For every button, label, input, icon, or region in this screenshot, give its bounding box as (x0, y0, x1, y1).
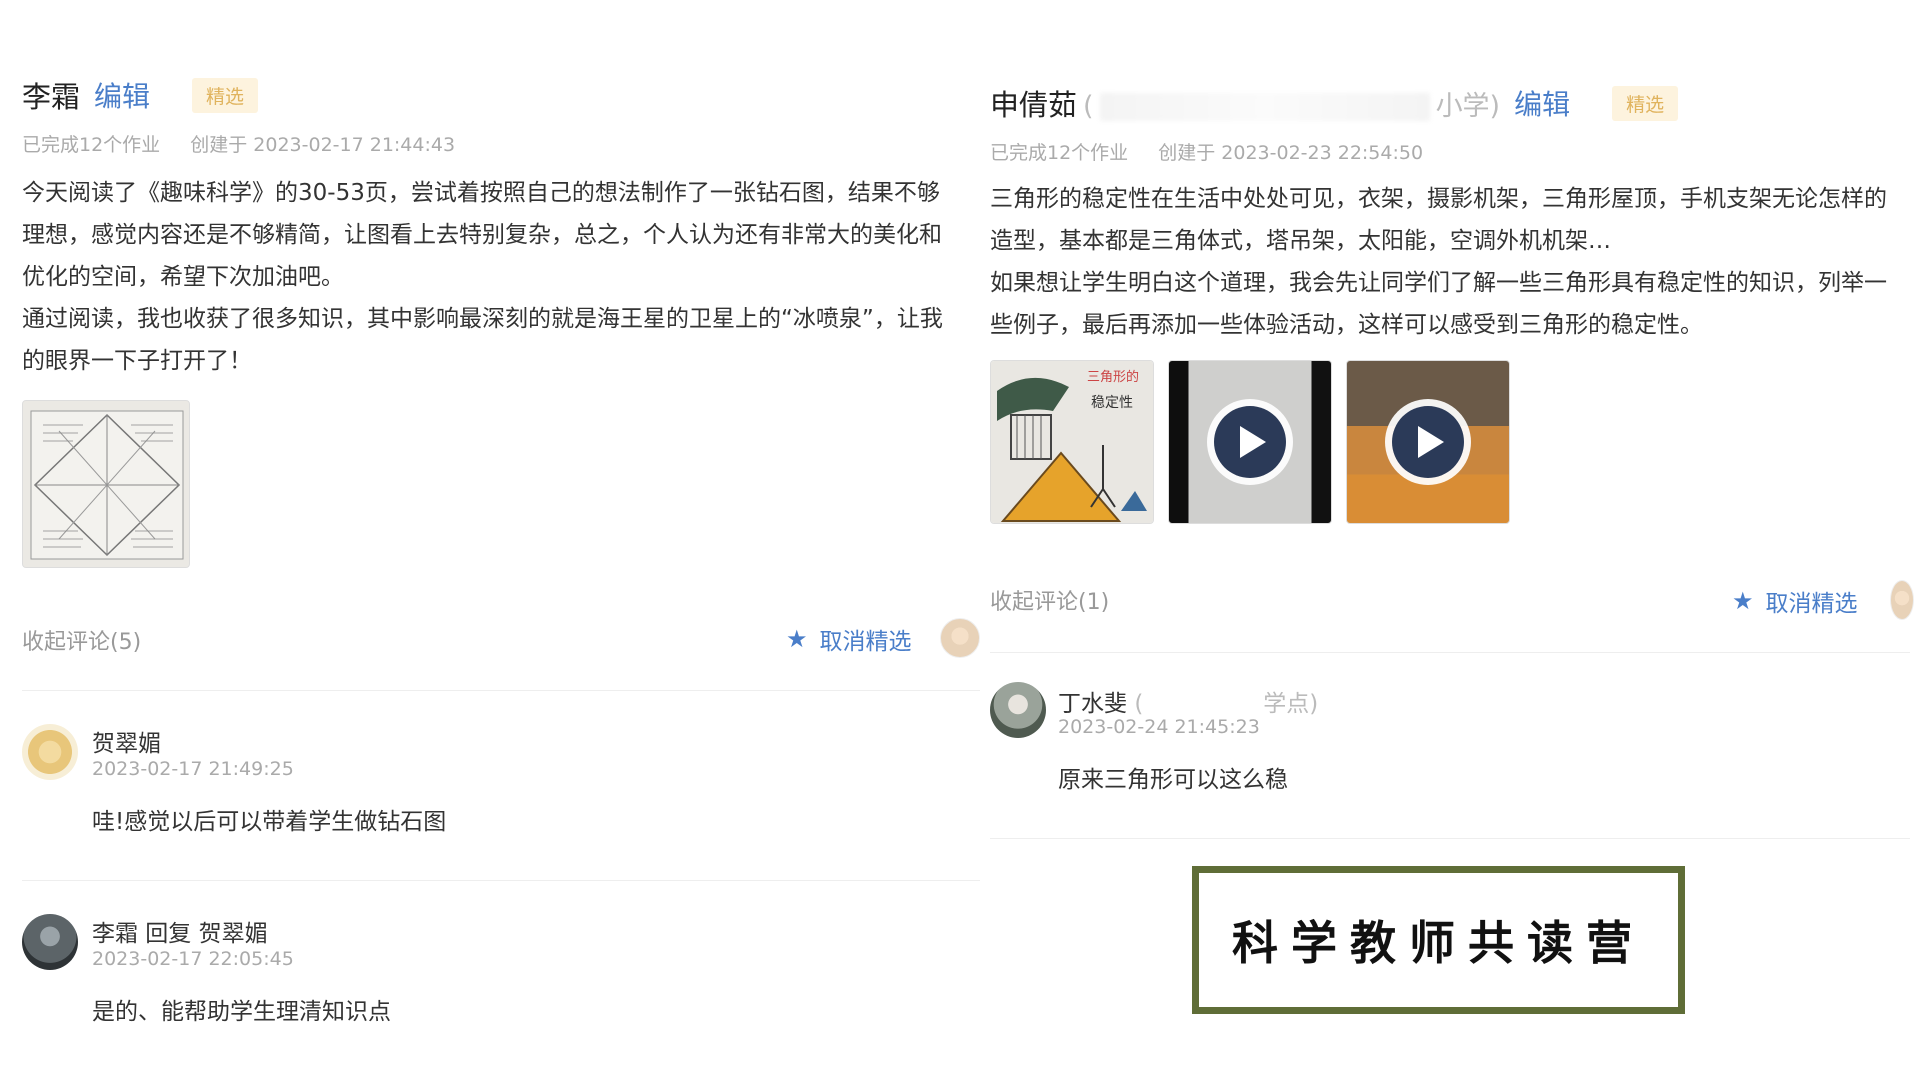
reaction-avatar[interactable] (1890, 580, 1914, 620)
comment-text: 原来三角形可以这么稳 (1058, 767, 1288, 793)
edit-link[interactable]: 编辑 (1514, 83, 1570, 123)
post-paragraph: 今天阅读了《趣味科学》的30-53页，尝试着按照自己的想法制作了一张钻石图，结果… (22, 180, 942, 290)
post-image-triangle-poster[interactable]: 三角形的 稳定性 (990, 360, 1154, 524)
star-icon: ★ (786, 625, 808, 653)
school-close: 学点) (1263, 691, 1319, 717)
commenter-avatar[interactable] (990, 682, 1046, 738)
reaction-avatar[interactable] (940, 618, 980, 658)
triangle-poster-image: 三角形的 稳定性 (991, 361, 1153, 523)
collapse-comments-link[interactable]: 收起评论(5) (22, 624, 141, 656)
left-post: 李霜 编辑 精选 已完成12个作业 创建于 2023-02-17 21:44:4… (0, 0, 980, 1080)
divider (22, 690, 980, 691)
created-time: 创建于 2023-02-23 22:54:50 (1158, 142, 1424, 164)
play-icon[interactable] (1385, 399, 1471, 485)
unfeature-label: 取消精选 (1765, 591, 1858, 617)
school-close: 小学) (1435, 90, 1501, 122)
commenter-name[interactable]: 丁水斐 ( 学点) (1058, 684, 1318, 718)
post-image-diamond-chart[interactable] (22, 400, 190, 568)
school-open: ( (1134, 691, 1144, 717)
post-video-1[interactable] (1168, 360, 1332, 524)
diamond-chart-image (23, 401, 189, 567)
author-name[interactable]: 李霜 (22, 74, 80, 116)
commenter-name-text: 丁水斐 (1058, 691, 1127, 717)
author-name[interactable]: 申倩茹 (990, 82, 1077, 124)
post-content: 今天阅读了《趣味科学》的30-53页，尝试着按照自己的想法制作了一张钻石图，结果… (22, 172, 962, 382)
commenter-name[interactable]: 贺翠媚 (92, 724, 161, 758)
school-open: ( (1083, 90, 1094, 122)
post-paragraph: 通过阅读，我也收获了很多知识，其中影响最深刻的就是海王星的卫星上的“冰喷泉”，让… (22, 306, 943, 374)
completed-count: 已完成12个作业 (22, 134, 161, 156)
comment-time: 2023-02-24 21:45:23 (1058, 716, 1260, 738)
comment-time: 2023-02-17 22:05:45 (92, 948, 294, 970)
collapse-comments-link[interactable]: 收起评论(1) (990, 584, 1109, 616)
author-school: ( 小学) (1083, 84, 1500, 123)
divider (990, 652, 1910, 653)
unfeature-label: 取消精选 (819, 629, 912, 655)
comment-text: 哇!感觉以后可以带着学生做钻石图 (92, 809, 447, 835)
reading-camp-label: 科学教师共读营 (1192, 866, 1685, 1014)
unfeature-button[interactable]: ★ 取消精选 (786, 622, 912, 656)
post-header: 申倩茹 ( 小学) 编辑 精选 (990, 82, 1679, 124)
comment-time: 2023-02-17 21:49:25 (92, 758, 294, 780)
poster-handwriting: 三角形的 (1087, 369, 1139, 385)
completed-count: 已完成12个作业 (990, 142, 1129, 164)
post-content: 三角形的稳定性在生活中处处可见，衣架，摄影机架，三角形屋顶，手机支架无论怎样的造… (990, 178, 1902, 346)
poster-handwriting: 稳定性 (1091, 395, 1133, 411)
featured-badge: 精选 (1612, 85, 1679, 121)
reading-camp-text: 科学教师共读营 (1232, 916, 1645, 970)
post-paragraph: 如果想让学生明白这个道理，我会先让同学们了解一些三角形具有稳定性的知识，列举一些… (990, 270, 1887, 338)
redacted-school (1099, 93, 1430, 121)
divider (990, 838, 1910, 839)
featured-badge: 精选 (192, 77, 259, 113)
star-icon: ★ (1732, 587, 1754, 615)
commenter-avatar[interactable] (22, 914, 78, 970)
edit-link[interactable]: 编辑 (94, 75, 150, 115)
unfeature-button[interactable]: ★ 取消精选 (1732, 584, 1858, 618)
commenter-avatar[interactable] (22, 724, 78, 780)
play-icon[interactable] (1207, 399, 1293, 485)
created-time: 创建于 2023-02-17 21:44:43 (190, 134, 456, 156)
comment-text: 是的、能帮助学生理清知识点 (92, 999, 391, 1025)
commenter-name[interactable]: 李霜 回复 贺翠媚 (92, 914, 268, 948)
commenter-school: ( 学点) (1134, 691, 1318, 717)
post-meta: 已完成12个作业 创建于 2023-02-17 21:44:43 (22, 130, 455, 157)
divider (22, 880, 980, 881)
post-header: 李霜 编辑 精选 (22, 74, 259, 116)
post-video-2[interactable] (1346, 360, 1510, 524)
post-meta: 已完成12个作业 创建于 2023-02-23 22:54:50 (990, 138, 1423, 165)
post-paragraph: 三角形的稳定性在生活中处处可见，衣架，摄影机架，三角形屋顶，手机支架无论怎样的造… (990, 186, 1887, 254)
